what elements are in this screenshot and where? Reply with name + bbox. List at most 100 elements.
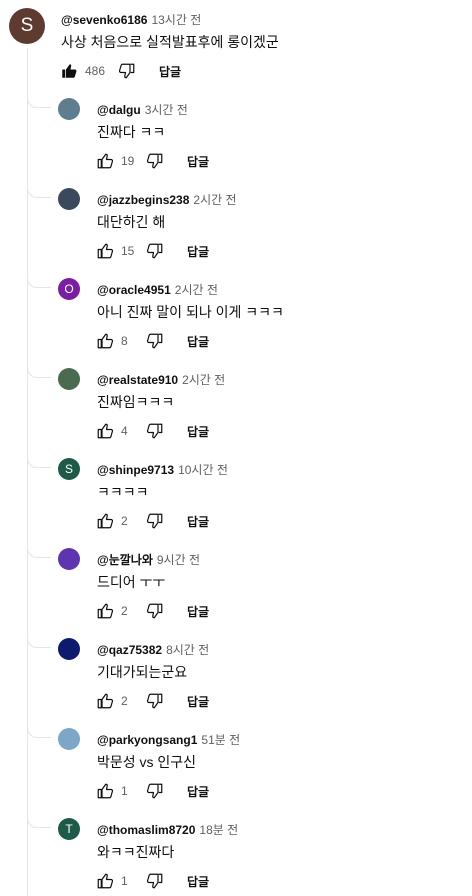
reply-meta: @jazzbegins238 2시간 전 [97, 191, 237, 208]
reply-time[interactable]: 2시간 전 [175, 283, 218, 297]
dislike-button[interactable] [117, 61, 137, 81]
thread-branch [27, 724, 51, 738]
reply-author[interactable]: @jazzbegins238 [97, 193, 189, 207]
reply-time[interactable]: 9시간 전 [157, 553, 200, 567]
thread-branch [27, 94, 51, 108]
reply-button[interactable]: 답글 [187, 333, 209, 350]
avatar[interactable] [58, 368, 80, 390]
reply-meta: @parkyongsang1 51분 전 [97, 731, 240, 748]
reply-text: 기대가되는군요 [97, 664, 188, 680]
avatar[interactable]: T [58, 818, 80, 840]
reply-button[interactable]: 답글 [187, 243, 209, 260]
reply-button[interactable]: 답글 [187, 783, 209, 800]
reply-button[interactable]: 답글 [187, 153, 209, 170]
dislike-button[interactable] [145, 871, 165, 891]
reply-actions: 2 답글 [95, 601, 209, 621]
avatar[interactable] [58, 98, 80, 120]
like-button[interactable] [95, 691, 115, 711]
thumbs-up-icon [97, 423, 114, 439]
reply-button[interactable]: 답글 [187, 693, 209, 710]
reply-text: 진짜임ㅋㅋㅋ [97, 394, 175, 410]
reply-meta: @shinpe9713 10시간 전 [97, 461, 228, 478]
reply-text: 진짜다 ㅋㅋ [97, 124, 166, 140]
reply-time[interactable]: 51분 전 [201, 733, 240, 747]
like-button[interactable] [95, 241, 115, 261]
thread-branch [27, 364, 51, 378]
like-button[interactable] [95, 511, 115, 531]
like-count: 486 [85, 64, 106, 78]
reply-meta: @dalgu 3시간 전 [97, 101, 188, 118]
reply-text: 와ㅋㅋ진짜다 [97, 844, 175, 860]
avatar-letter: S [20, 15, 34, 36]
thread-branch [27, 814, 51, 828]
thumbs-down-icon [146, 873, 163, 889]
reply-button[interactable]: 답글 [187, 603, 209, 620]
reply-time[interactable]: 3시간 전 [145, 103, 188, 117]
reply-author[interactable]: @dalgu [97, 103, 141, 117]
like-button[interactable] [95, 421, 115, 441]
like-button[interactable] [95, 151, 115, 171]
like-button[interactable] [95, 871, 115, 891]
dislike-button[interactable] [145, 601, 165, 621]
reply-time[interactable]: 2시간 전 [193, 193, 236, 207]
reply-meta: @qaz75382 8시간 전 [97, 641, 209, 658]
reply-time[interactable]: 8시간 전 [166, 643, 209, 657]
comment-meta: @sevenko6186 13시간 전 [61, 11, 201, 28]
thumbs-down-icon [146, 783, 163, 799]
reply-button[interactable]: 답글 [187, 873, 209, 890]
thumbs-down-icon [146, 423, 163, 439]
reply-actions: 8 답글 [95, 331, 209, 351]
dislike-button[interactable] [145, 691, 165, 711]
comment-author[interactable]: @sevenko6186 [61, 13, 147, 27]
dislike-button[interactable] [145, 511, 165, 531]
reply-button[interactable]: 답글 [187, 513, 209, 530]
thumbs-down-icon [146, 153, 163, 169]
dislike-button[interactable] [145, 331, 165, 351]
like-button[interactable] [95, 601, 115, 621]
reply-actions: 2 답글 [95, 691, 209, 711]
reply-author[interactable]: @thomaslim8720 [97, 823, 195, 837]
reply-text: 박문성 vs 인구신 [97, 754, 197, 770]
reply-actions: 19 답글 [95, 151, 209, 171]
reply-text: 대단하긴 해 [97, 214, 166, 230]
avatar[interactable] [58, 188, 80, 210]
avatar[interactable] [58, 548, 80, 570]
dislike-button[interactable] [145, 781, 165, 801]
dislike-button[interactable] [145, 421, 165, 441]
like-button[interactable] [95, 781, 115, 801]
avatar[interactable] [58, 728, 80, 750]
like-button[interactable] [95, 331, 115, 351]
dislike-button[interactable] [145, 241, 165, 261]
avatar[interactable]: O [58, 278, 80, 300]
thumbs-up-filled-icon [62, 64, 77, 78]
reply-actions: 15 답글 [95, 241, 209, 261]
reply-actions: 4 답글 [95, 421, 209, 441]
thread-branch [27, 184, 51, 198]
reply-text: ㅋㅋㅋㅋ [97, 484, 149, 500]
reply-author[interactable]: @shinpe9713 [97, 463, 174, 477]
reply-button[interactable]: 답글 [159, 63, 181, 80]
comment-time[interactable]: 13시간 전 [151, 13, 201, 27]
thumbs-down-icon [146, 333, 163, 349]
dislike-button[interactable] [145, 151, 165, 171]
reply-button[interactable]: 답글 [187, 423, 209, 440]
reply-author[interactable]: @realstate910 [97, 373, 178, 387]
reply-author[interactable]: @qaz75382 [97, 643, 162, 657]
reply-actions: 1 답글 [95, 781, 209, 801]
reply-time[interactable]: 2시간 전 [182, 373, 225, 387]
reply-time[interactable]: 18분 전 [199, 823, 238, 837]
thumbs-up-icon [97, 333, 114, 349]
reply-author[interactable]: @눈깔나와 [97, 553, 153, 567]
avatar[interactable] [58, 638, 80, 660]
like-button[interactable] [59, 61, 79, 81]
thread-line [27, 48, 28, 896]
avatar[interactable]: S [58, 458, 80, 480]
avatar-letter: S [64, 462, 73, 476]
thumbs-up-icon [97, 873, 114, 889]
avatar[interactable]: S [9, 8, 45, 44]
thumbs-up-icon [97, 243, 114, 259]
reply-author[interactable]: @oracle4951 [97, 283, 171, 297]
reply-time[interactable]: 10시간 전 [178, 463, 228, 477]
reply-author[interactable]: @parkyongsang1 [97, 733, 197, 747]
comment-actions: 486 답글 [59, 61, 181, 81]
